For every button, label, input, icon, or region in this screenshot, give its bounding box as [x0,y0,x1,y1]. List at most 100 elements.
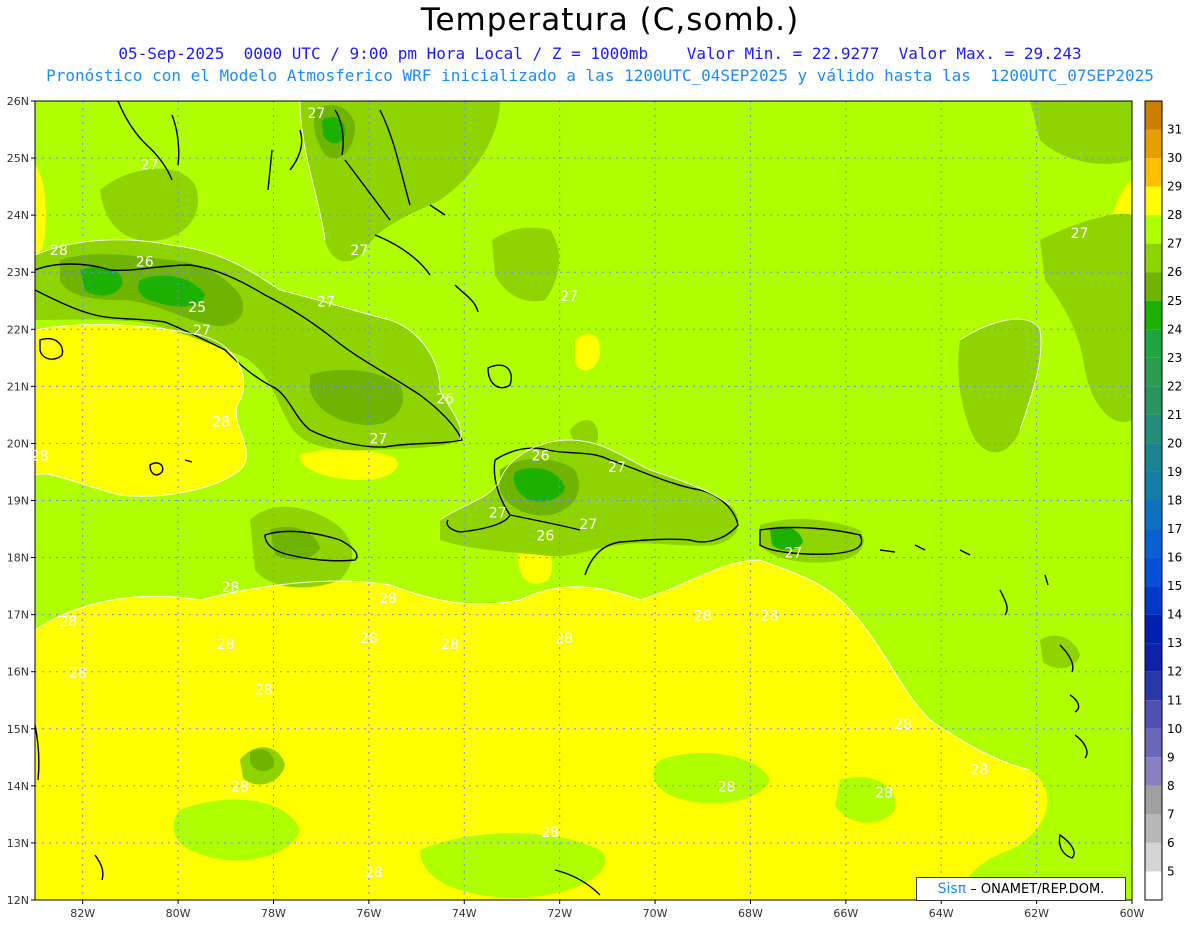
lat-label: 23N [7,266,29,279]
lon-label: 66W [833,907,858,920]
colorbar-swatch [1145,671,1162,701]
colorbar-label: 25 [1167,294,1182,308]
lat-label: 21N [7,380,29,393]
warm-band-west-2 [35,324,247,497]
lon-label: 72W [547,907,572,920]
lon-label: 80W [166,907,191,920]
colorbar-swatch [1145,700,1162,729]
lat-label: 19N [7,495,29,508]
colorbar-label: 20 [1167,436,1182,450]
contour-label: 28 [231,780,249,796]
colorbar-swatch [1145,614,1162,644]
colorbar-label: 28 [1167,208,1182,222]
contour-label: 28 [59,614,77,630]
colorbar-swatch [1145,357,1162,387]
lat-label: 22N [7,323,29,336]
colorbar-swatch [1145,842,1162,872]
colorbar-label: 17 [1167,522,1182,536]
credit-box: Sisπ – ONAMET/REP.DOM. [916,877,1126,901]
contour-label: 28 [894,717,912,733]
colorbar-label: 30 [1167,151,1182,165]
lon-label: 70W [643,907,668,920]
contour-label: 28 [255,683,273,699]
colorbar-swatch [1145,814,1162,843]
contour-label: 27 [1071,226,1089,242]
contour-label: 26 [436,391,454,407]
colorbar-swatch [1145,529,1162,558]
contour-label: 28 [970,762,988,778]
colorbar-swatch [1145,471,1162,501]
lon-label: 82W [70,907,95,920]
colorbar-label: 6 [1167,836,1175,850]
contour-label: 28 [360,631,378,647]
contour-label: 28 [541,825,559,841]
colorbar-swatch [1145,443,1162,472]
colorbar-swatch [1145,129,1162,159]
colorbar-label: 10 [1167,722,1182,736]
contour-label: 28 [212,414,230,430]
temperature-map: 26N 25N 24N 23N 22N 21N 20N 19N 18N 17N 16N 15N 14N 1… [7,95,1183,920]
contour-label: 28 [31,449,49,465]
lat-label: 18N [7,552,29,565]
lat-label: 17N [7,609,29,622]
colorbar-swatch [1145,101,1162,130]
contour-label: 28 [222,580,240,596]
colorbar-label: 15 [1167,579,1182,593]
colorbar-swatch [1145,329,1162,358]
contour-label: 27 [317,294,335,310]
contour-label: 27 [141,157,159,173]
contour-label: 25 [188,300,206,316]
contour-label: 28 [718,780,736,796]
colorbar-label: 31 [1167,123,1182,137]
colorbar-label: 7 [1167,807,1175,821]
lat-label: 24N [7,209,29,222]
colorbar-swatch [1145,728,1162,758]
colorbar-label: 11 [1167,693,1182,707]
colorbar-label: 16 [1167,551,1182,565]
colorbar-label: 18 [1167,494,1182,508]
colorbar-swatch [1145,215,1162,244]
colorbar-label: 8 [1167,779,1175,793]
contour-label: 27 [369,431,387,447]
temperature-colorbar: 31 30 29 28 27 26 25 24 23 22 21 20 19 18 17 16 15 14 13 12… [1144,100,1182,901]
colorbar-swatch [1145,186,1162,216]
contour-label: 28 [69,665,87,681]
colorbar-label: 22 [1167,379,1182,393]
colorbar-label: 19 [1167,465,1182,479]
colorbar-label: 24 [1167,322,1182,336]
contour-label: 27 [489,506,507,522]
lat-label: 26N [7,95,29,108]
contour-label: 27 [579,517,597,533]
colorbar-label: 9 [1167,750,1175,764]
colorbar-swatch [1145,300,1162,330]
colorbar-swatch [1145,158,1162,187]
contour-label: 27 [307,106,325,122]
lat-label: 20N [7,437,29,450]
colorbar-label: 14 [1167,608,1182,622]
contour-label: 26 [536,528,554,544]
contour-label: 26 [136,255,154,271]
sispi-logo: Sisπ [937,881,967,897]
contour-label: 27 [608,460,626,476]
colorbar-swatch [1145,871,1162,900]
colorbar-swatch [1145,557,1162,587]
colorbar-label: 29 [1167,180,1182,194]
colorbar-swatch [1145,500,1162,530]
lon-label: 68W [738,907,763,920]
colorbar-label: 23 [1167,351,1182,365]
contour-label: 26 [532,449,550,465]
latitude-labels: 26N 25N 24N 23N 22N 21N 20N 19N 18N 17N 16N 15N 14N 1… [7,95,35,907]
credit-org: – ONAMET/REP.DOM. [966,882,1105,897]
contour-label: 27 [350,243,368,259]
colorbar-swatch [1145,386,1162,415]
colorbar-label: 13 [1167,636,1182,650]
lon-label: 76W [356,907,381,920]
lon-label: 62W [1024,907,1049,920]
lat-label: 14N [7,780,29,793]
contour-label: 28 [761,608,779,624]
contour-label: 27 [193,323,211,339]
lon-label: 78W [261,907,286,920]
lat-label: 13N [7,837,29,850]
colorbar-swatch [1145,757,1162,786]
contour-label: 28 [441,637,459,653]
